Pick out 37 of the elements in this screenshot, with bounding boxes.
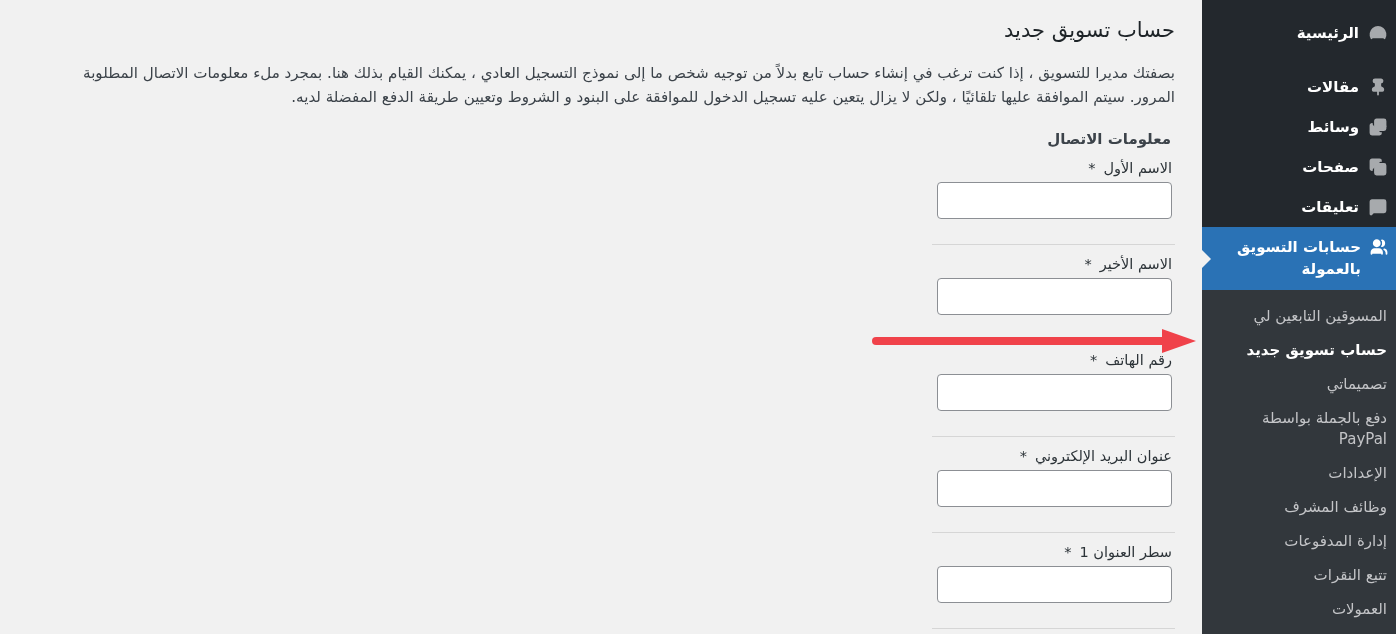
- field-label: الاسم الأخير: [1099, 254, 1172, 274]
- submenu-item[interactable]: العمولات: [1202, 593, 1396, 627]
- required-mark: *: [1084, 255, 1092, 274]
- field-label: الاسم الأول: [1103, 158, 1172, 178]
- input-field[interactable]: [937, 374, 1172, 411]
- input-field[interactable]: [937, 566, 1172, 603]
- menu-item[interactable]: صفحات: [1202, 147, 1396, 187]
- menu-item[interactable]: حسابات التسويق بالعمولة: [1202, 227, 1396, 290]
- required-mark: *: [1088, 159, 1096, 178]
- menu-item[interactable]: الرئيسية: [1202, 13, 1396, 53]
- pages-icon: [1368, 156, 1388, 178]
- submenu-item[interactable]: دفع بالجملة بواسطة PayPal: [1202, 402, 1396, 457]
- menu-item[interactable]: تعليقات: [1202, 187, 1396, 227]
- section-title: معلومات الاتصال: [1047, 130, 1171, 148]
- menu-item[interactable]: وسائط: [1202, 107, 1396, 147]
- submenu-item[interactable]: المسوقين التابعين لي: [1202, 300, 1396, 334]
- required-mark: *: [1064, 543, 1072, 562]
- submenu-item[interactable]: الإعدادات: [1202, 457, 1396, 491]
- submenu-item[interactable]: تصميماتي: [1202, 368, 1396, 402]
- submenu-item[interactable]: إدارة المدفوعات: [1202, 525, 1396, 559]
- input-field[interactable]: [937, 182, 1172, 219]
- required-mark: *: [1089, 351, 1098, 370]
- comment-icon: [1368, 196, 1388, 218]
- input-field[interactable]: [937, 470, 1172, 507]
- intro-text: بصفتك مديرا للتسويق ، إذا كنت ترغب في إنشاء حساب تابع بدلاً من توجيه شخص ما إلى نموذج التسجيل العادي ، يمكنك القيام بذلك هنا. بمجرد ملء معلومات الاتصال المطلوبة: [83, 62, 1175, 84]
- menu-item[interactable]: مقالات: [1202, 67, 1396, 107]
- field-label: عنوان البريد الإلكتروني: [1034, 447, 1172, 466]
- field-label: سطر العنوان 1: [1079, 543, 1172, 562]
- page-title: حساب تسويق جديد: [1004, 18, 1175, 42]
- submenu-item[interactable]: حساب تسويق جديد: [1202, 334, 1396, 368]
- intro-text: المرور. سيتم الموافقة عليها تلقائيًا ، ولكن لا يزال يتعين عليه تسجيل الدخول للموافقة على البنود و الشروط وتعيين طريقة الدفع المفضلة لديه.: [291, 87, 1175, 108]
- submenu-item[interactable]: وظائف المشرف: [1202, 491, 1396, 525]
- submenu-item[interactable]: تتبع النقرات: [1202, 559, 1396, 593]
- input-field[interactable]: [937, 278, 1172, 315]
- field-label: رقم الهاتف: [1105, 351, 1172, 370]
- users-icon: [1370, 236, 1388, 258]
- required-mark: *: [1019, 447, 1027, 466]
